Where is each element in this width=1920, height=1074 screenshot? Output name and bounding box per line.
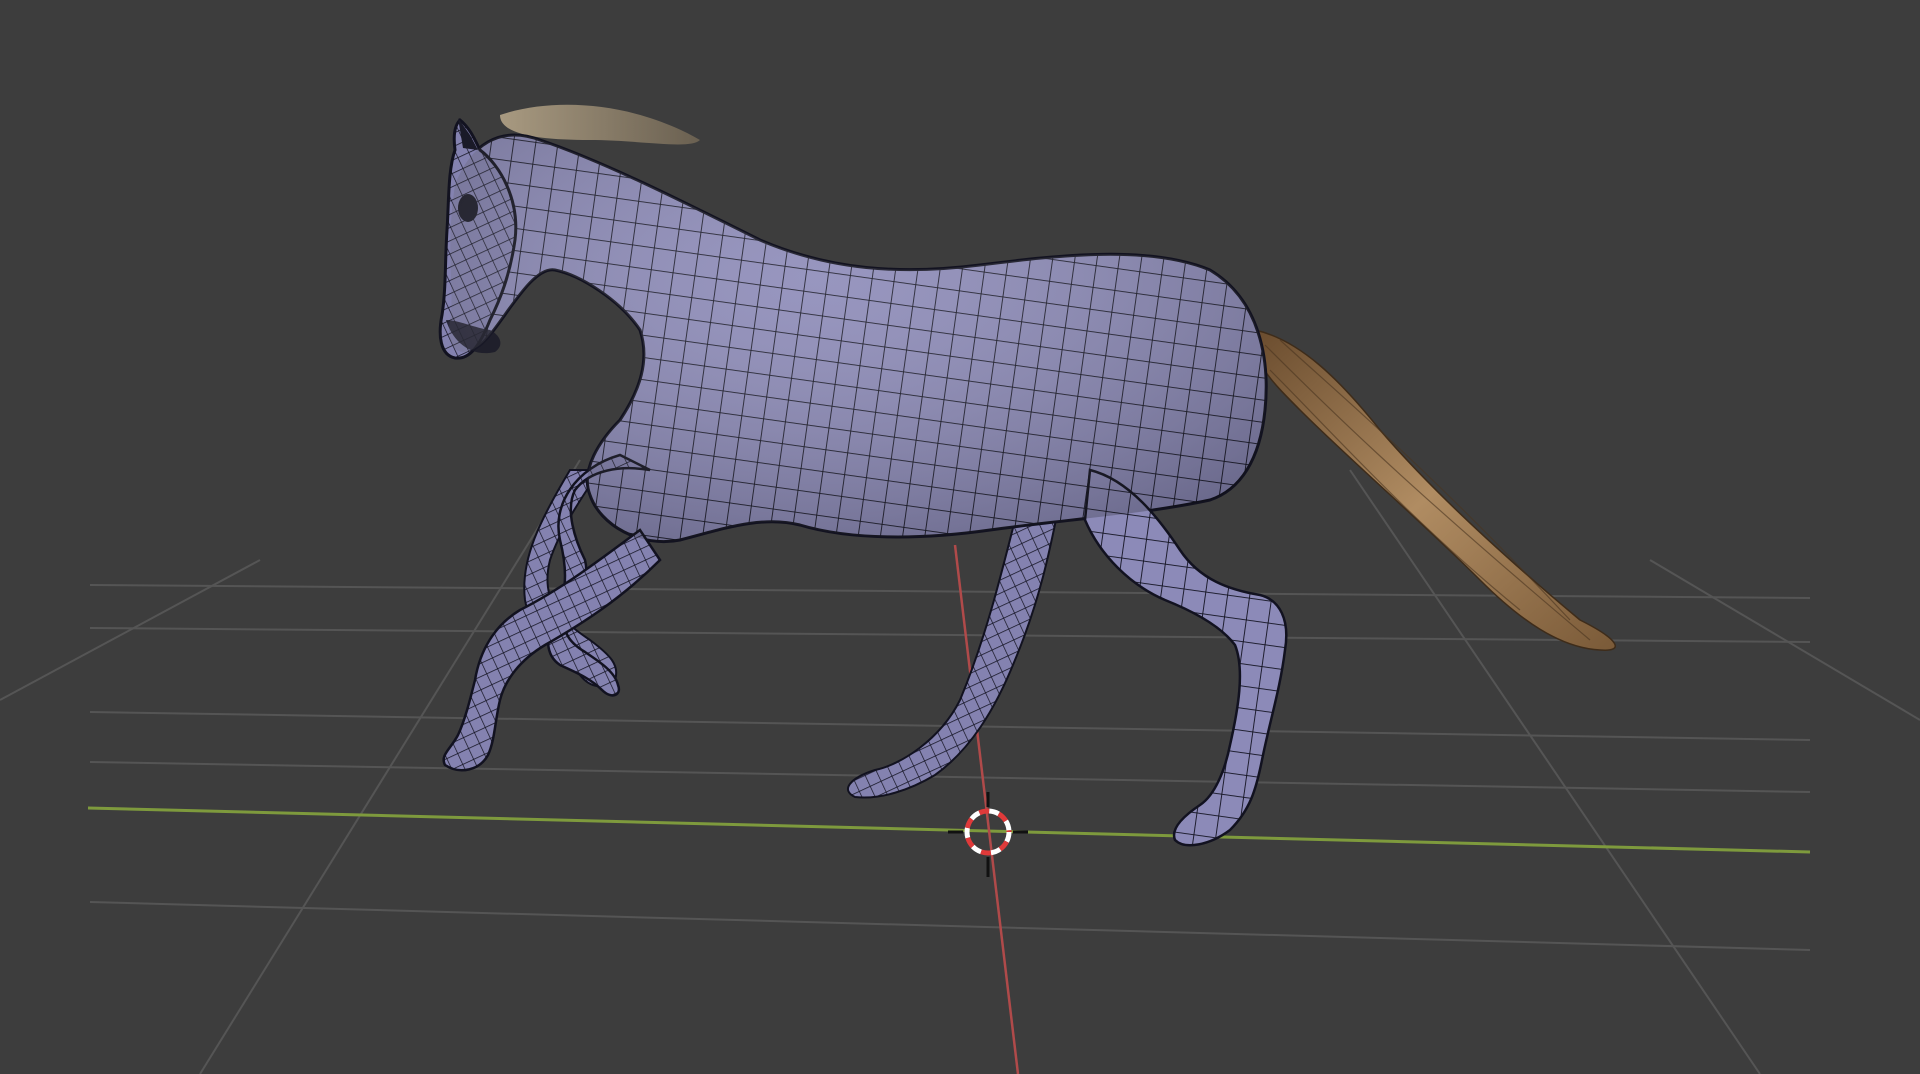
3d-cursor-icon[interactable] [948, 792, 1028, 877]
horse-hind-leg [1083, 468, 1288, 847]
ground-grid [0, 459, 1920, 1074]
horse-tail [1253, 329, 1617, 651]
x-axis-line [87, 806, 1811, 854]
3d-viewport[interactable] [0, 0, 1920, 1074]
viewport-canvas[interactable] [0, 0, 1920, 1074]
